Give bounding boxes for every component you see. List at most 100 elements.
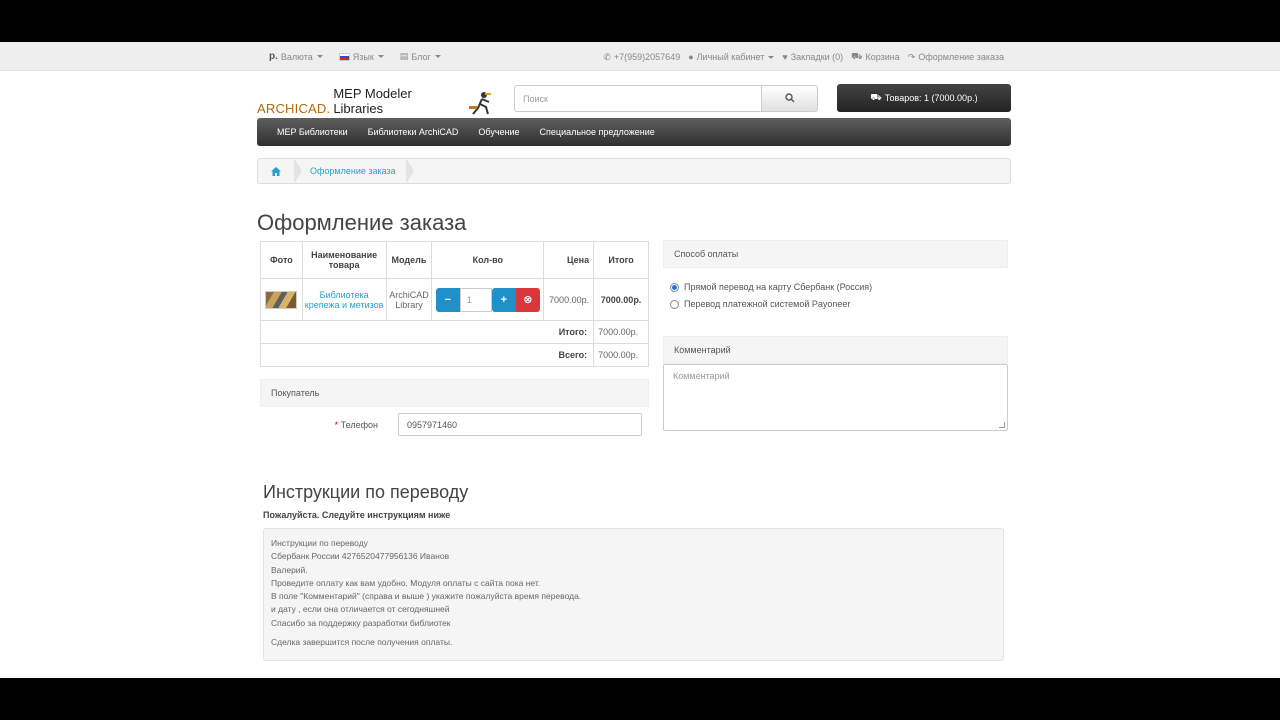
subtotal-label: Итого: [259, 320, 594, 344]
phone-field-label: * Телефон [320, 420, 378, 430]
close-circle-icon: ⊗ [523, 294, 533, 306]
phone-field[interactable]: 0957971460 [398, 413, 642, 436]
phone-link[interactable]: ✆ +7(959)2057649 [603, 51, 680, 63]
page-title: Оформление заказа [257, 210, 467, 235]
phone-label-text: Телефон [340, 420, 378, 430]
search-input[interactable] [514, 85, 762, 112]
product-total: 7000.00р. [593, 278, 649, 321]
cart-icon: ⛟ [851, 51, 863, 61]
book-icon: ▤ [399, 51, 409, 61]
blog-dropdown[interactable]: ▤ Блог [400, 51, 441, 62]
menu-item-archicad[interactable]: Библиотеки ArchiCAD [368, 127, 459, 137]
subtotal-row: Итого: 7000.00р. [259, 320, 649, 344]
share-icon: ↷ [907, 51, 916, 62]
cart-button-label: Товаров: 1 (7000.00р.) [884, 93, 978, 103]
resize-grip-icon[interactable] [999, 422, 1005, 428]
header-total: Итого [593, 241, 649, 279]
instruction-line: Валерий. [271, 564, 308, 575]
currency-label: Валюта [280, 51, 313, 62]
language-dropdown[interactable]: Язык [338, 51, 384, 62]
cart-button[interactable]: ⛟ Товаров: 1 (7000.00р.) [837, 84, 1011, 112]
search-icon [784, 93, 794, 103]
grand-total-row: Всего: 7000.00р. [259, 343, 649, 367]
breadcrumb-separator [405, 158, 414, 184]
caret-down-icon [377, 55, 384, 58]
caret-down-icon [316, 55, 323, 58]
top-bar: р. Валюта Язык ▤ Блог ✆ +7(959)2057649 ● [0, 42, 1280, 71]
remove-button[interactable]: ⊗ [515, 287, 540, 312]
product-name-link[interactable]: Библиотека крепежа и метизов [305, 290, 384, 310]
quantity-cell: − 1 + ⊗ [431, 278, 545, 321]
logo-archicad-text: ARCHICAD. [257, 101, 331, 116]
subtotal-value: 7000.00р. [593, 320, 649, 344]
home-icon [271, 166, 281, 176]
radio-selected-icon[interactable] [670, 282, 679, 292]
customer-panel-heading: Покупатель [260, 379, 649, 407]
payment-option-label: Перевод платежной системой Payoneer [684, 299, 851, 309]
caret-down-icon [434, 55, 441, 58]
product-price: 7000.00р. [543, 278, 595, 321]
product-photo-cell [260, 278, 303, 321]
breadcrumb-separator [294, 158, 302, 184]
browser-viewport: р. Валюта Язык ▤ Блог ✆ +7(959)2057649 ● [0, 42, 1280, 678]
site-logo[interactable]: ARCHICAD. MEP Modeler Libraries [257, 86, 493, 116]
payment-option-sberbank[interactable]: Прямой перевод на карту Сбербанк (Россия… [670, 282, 872, 292]
account-dropdown[interactable]: ● Личный кабинет [688, 51, 775, 63]
instruction-line: В поле "Комментарий" (справа и выше ) ук… [271, 591, 582, 602]
search-button[interactable] [761, 85, 818, 112]
table-header-row: Фото Наименование товара Модель Кол-во Ц… [260, 241, 649, 279]
product-thumbnail[interactable] [265, 290, 298, 309]
product-name-cell: Библиотека крепежа и метизов [301, 278, 387, 321]
instruction-line: Сбербанк России 4276520477956136 Иванов [271, 551, 450, 562]
instruction-line: Спасибо за поддержку разработки библиоте… [271, 617, 451, 628]
currency-dropdown[interactable]: р. Валюта [269, 51, 323, 62]
russian-flag-icon [338, 52, 350, 61]
radio-unselected-icon[interactable] [670, 299, 679, 309]
search-box [514, 85, 818, 112]
payment-option-payoneer[interactable]: Перевод платежной системой Payoneer [670, 299, 850, 309]
wishlist-link[interactable]: ♥ Закладки (0) [782, 51, 843, 63]
breadcrumb-checkout[interactable]: Оформление заказа [302, 166, 406, 176]
instructions-title: Инструкции по переводу [263, 482, 469, 502]
cart-icon: ⛟ [870, 92, 882, 102]
menu-item-training[interactable]: Обучение [478, 127, 519, 137]
main-menu: MEP Библиотеки Библиотеки ArchiCAD Обуче… [257, 118, 1011, 146]
instruction-line: Проведите оплату как вам удобно. Модуля … [271, 577, 541, 588]
cart-label: Корзина [865, 52, 900, 62]
quantity-stepper: − 1 + ⊗ [432, 287, 543, 312]
quantity-input[interactable]: 1 [459, 287, 492, 312]
header-model: Модель [385, 241, 433, 279]
cart-link[interactable]: ⛟ Корзина [851, 51, 900, 63]
phone-number: +7(959)2057649 [613, 52, 681, 62]
blog-label: Блог [411, 51, 431, 62]
grand-total-label: Всего: [259, 343, 594, 367]
table-row: Библиотека крепежа и метизов ArchiCAD Li… [260, 278, 649, 321]
increase-button[interactable]: + [491, 287, 516, 312]
caret-down-icon [768, 55, 775, 59]
breadcrumb-home[interactable] [258, 166, 294, 176]
user-icon: ● [688, 52, 694, 62]
comment-placeholder: Комментарий [673, 371, 730, 381]
product-model: ArchiCAD Library [385, 278, 433, 321]
checkout-link[interactable]: ↷ Оформление заказа [908, 51, 1004, 63]
payment-panel-heading: Способ оплаты [663, 240, 1008, 268]
instructions-box: Инструкции по переводу Сбербанк России 4… [263, 528, 1004, 661]
account-label: Личный кабинет [696, 52, 765, 62]
instruction-line: Инструкции по переводу [271, 538, 368, 548]
cart-table: Фото Наименование товара Модель Кол-во Ц… [259, 241, 649, 367]
menu-item-special-offer[interactable]: Специальное предложение [540, 127, 655, 137]
checkout-label: Оформление заказа [918, 52, 1004, 62]
phone-icon: ✆ [603, 51, 611, 62]
instructions-subtitle: Пожалуйста. Следуйте инструкциям ниже [263, 510, 451, 520]
grand-total-value: 7000.00р. [593, 343, 649, 367]
header-photo: Фото [260, 241, 303, 279]
header-quantity: Кол-во [431, 241, 545, 279]
comment-panel-heading: Комментарий [663, 336, 1008, 364]
comment-textarea[interactable]: Комментарий [663, 364, 1008, 431]
logo-worker-icon [469, 92, 492, 115]
payment-option-label: Прямой перевод на карту Сбербанк (Россия… [684, 282, 873, 292]
heart-icon: ♥ [782, 52, 788, 62]
instruction-line: и дату , если она отличается от сегодняш… [271, 604, 450, 615]
menu-item-mep[interactable]: MEP Библиотеки [277, 127, 348, 137]
decrease-button[interactable]: − [435, 287, 460, 312]
